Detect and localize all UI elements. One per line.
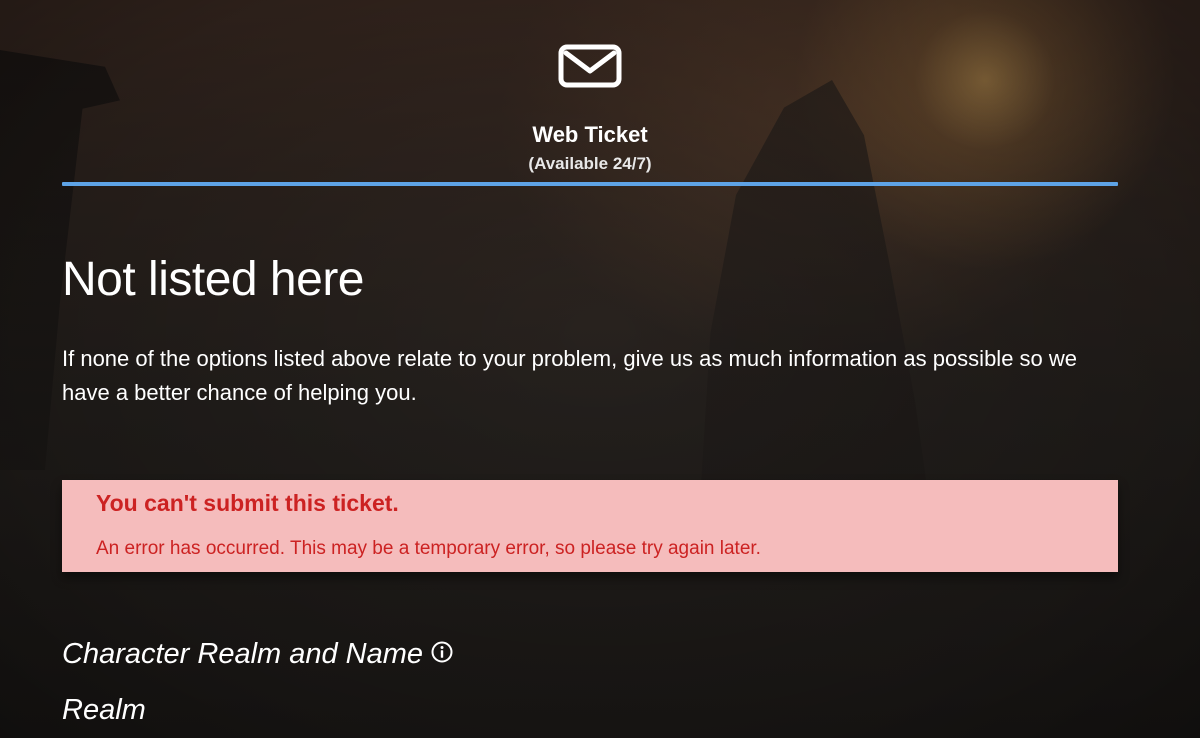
section-description: If none of the options listed above rela… — [62, 346, 1078, 405]
error-title: You can't submit this ticket. — [96, 490, 399, 516]
web-ticket-tab[interactable]: Web Ticket (Available 24/7) — [62, 36, 1118, 188]
mail-icon — [558, 44, 622, 88]
info-icon[interactable] — [431, 641, 453, 663]
web-ticket-title: Web Ticket — [532, 122, 648, 147]
tab-active-underline — [62, 182, 1118, 186]
page-title: Not listed here — [62, 253, 365, 306]
realm-label: Realm — [62, 694, 146, 726]
error-message: An error has occurred. This may be a tem… — [96, 538, 761, 559]
page-content: Web Ticket (Available 24/7) Not listed h… — [0, 0, 1200, 738]
error-alert: You can't submit this ticket. An error h… — [62, 480, 1118, 572]
character-realm-name-label: Character Realm and Name — [62, 638, 453, 671]
web-ticket-availability: (Available 24/7) — [528, 154, 652, 173]
character-realm-name-text: Character Realm and Name — [62, 638, 424, 670]
